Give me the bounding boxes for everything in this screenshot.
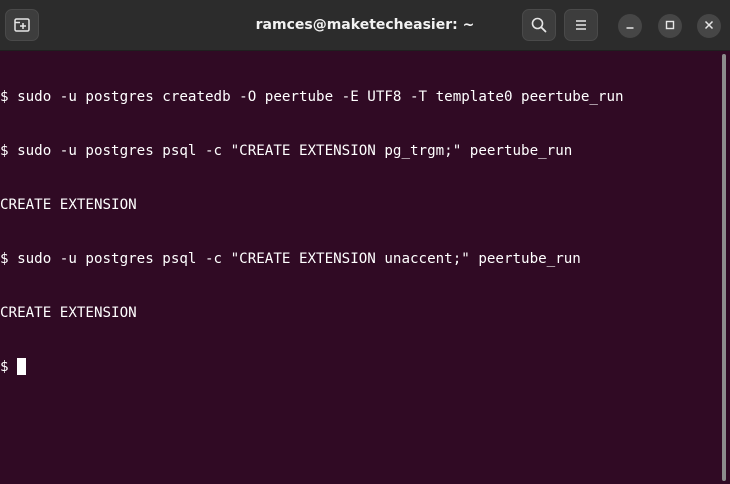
scrollbar-thumb[interactable] <box>722 54 726 481</box>
maximize-icon <box>665 17 675 35</box>
terminal-output[interactable]: $ sudo -u postgres createdb -O peertube … <box>0 51 718 484</box>
menu-button[interactable] <box>564 9 598 41</box>
terminal-line: $ sudo -u postgres psql -c "CREATE EXTEN… <box>0 251 581 267</box>
hamburger-menu-icon <box>574 19 588 31</box>
text-cursor <box>16 358 26 375</box>
prompt-symbol: $ <box>0 359 9 375</box>
prompt-line[interactable]: $ <box>0 358 718 376</box>
scrollbar[interactable] <box>718 51 730 484</box>
window-title: ramces@maketecheasier: ~ <box>255 17 475 33</box>
minimize-icon <box>625 17 635 35</box>
close-button[interactable] <box>697 14 721 38</box>
close-icon <box>704 17 714 35</box>
minimize-button[interactable] <box>618 14 642 38</box>
terminal-line: CREATE EXTENSION <box>0 197 137 213</box>
search-button[interactable] <box>522 9 556 41</box>
search-icon <box>531 17 547 33</box>
terminal-window: ramces@maketecheasier: ~ $ sudo -u postg… <box>0 0 730 484</box>
new-tab-button[interactable] <box>5 9 39 41</box>
terminal-line: $ sudo -u postgres psql -c "CREATE EXTEN… <box>0 143 573 159</box>
terminal-line: $ sudo -u postgres createdb -O peertube … <box>0 89 624 105</box>
new-tab-icon <box>14 18 30 32</box>
title-bar: ramces@maketecheasier: ~ <box>0 0 730 51</box>
maximize-button[interactable] <box>658 14 682 38</box>
terminal-line: CREATE EXTENSION <box>0 305 137 321</box>
